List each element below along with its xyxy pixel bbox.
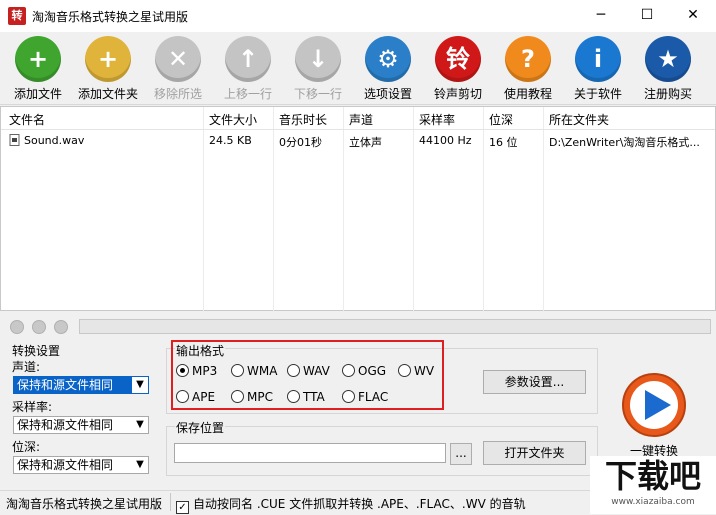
- cell-size: 24.5 KB: [209, 134, 252, 147]
- move-down-button[interactable]: ↓ 下移一行: [283, 34, 353, 102]
- help-icon: ?: [505, 36, 551, 82]
- options-button[interactable]: ⚙ 选项设置: [353, 34, 423, 102]
- browse-button[interactable]: ...: [450, 443, 472, 465]
- register-icon: ★: [645, 36, 691, 82]
- status-divider: [170, 493, 171, 511]
- channel-label: 声道:: [12, 360, 41, 374]
- watermark-text: 下载吧: [604, 457, 701, 495]
- arrow-down-icon: ↓: [295, 36, 341, 82]
- auto-cue-checkbox[interactable]: ✓ 自动按同名 .CUE 文件抓取并转换 .APE、.FLAC、.WV 的音轨: [176, 495, 526, 514]
- cell-bitdepth: 16 位: [489, 136, 518, 149]
- window-title: 淘淘音乐格式转换之星试用版: [32, 10, 189, 24]
- channel-select[interactable]: 保持和源文件相同 ▼: [13, 376, 149, 394]
- checkmark-icon: ✓: [176, 501, 189, 514]
- bitdepth-select[interactable]: 保持和源文件相同 ▼: [13, 456, 149, 474]
- column-header-size[interactable]: 文件大小: [209, 111, 257, 128]
- close-button[interactable]: ✕: [670, 0, 716, 32]
- column-divider: [483, 107, 484, 312]
- watermark-url: www.xiazaiba.com: [611, 497, 695, 507]
- file-type-icon: [9, 134, 21, 149]
- add-folder-icon: +: [85, 36, 131, 82]
- open-folder-button[interactable]: 打开文件夹: [483, 441, 586, 465]
- column-divider: [203, 107, 204, 312]
- maximize-button[interactable]: ☐: [624, 0, 670, 32]
- convert-settings-title: 转换设置: [12, 344, 61, 358]
- pause-icon[interactable]: [32, 320, 46, 334]
- column-header-duration[interactable]: 音乐时长: [279, 111, 327, 128]
- column-header-folder[interactable]: 所在文件夹: [549, 111, 609, 128]
- column-header-bitdepth[interactable]: 位深: [489, 111, 513, 128]
- about-button[interactable]: i 关于软件: [563, 34, 633, 102]
- arrow-up-icon: ↑: [225, 36, 271, 82]
- toolbar-label: 注册购买: [643, 87, 692, 101]
- remove-icon: ✕: [155, 36, 201, 82]
- watermark: 下载吧 www.xiazaiba.com: [590, 456, 716, 514]
- chevron-down-icon: ▼: [132, 457, 148, 473]
- move-up-button[interactable]: ↑ 上移一行: [213, 34, 283, 102]
- samplerate-label: 采样率:: [12, 400, 53, 414]
- title-bar: 转 淘淘音乐格式转换之星试用版 ─ ☐ ✕: [0, 0, 716, 32]
- params-settings-button[interactable]: 参数设置...: [483, 370, 586, 394]
- file-list[interactable]: 文件名 文件大小 音乐时长 声道 采样率 位深 所在文件夹 Sound.wav …: [0, 106, 716, 312]
- register-button[interactable]: ★ 注册购买: [633, 34, 703, 102]
- highlight-box: [171, 340, 444, 410]
- progress-row: [0, 314, 716, 338]
- column-divider: [543, 107, 544, 312]
- header-divider: [1, 129, 715, 130]
- save-path-input[interactable]: [174, 443, 446, 463]
- chevron-down-icon: ▼: [132, 417, 148, 433]
- convert-icon: [622, 373, 686, 437]
- chevron-down-icon: ▼: [132, 377, 148, 393]
- tutorial-button[interactable]: ? 使用教程: [493, 34, 563, 102]
- stop-icon[interactable]: [54, 320, 68, 334]
- add-file-icon: +: [15, 36, 61, 82]
- column-divider: [413, 107, 414, 312]
- add-file-button[interactable]: + 添加文件: [3, 34, 73, 102]
- play-icon[interactable]: [10, 320, 24, 334]
- samplerate-select[interactable]: 保持和源文件相同 ▼: [13, 416, 149, 434]
- info-icon: i: [575, 36, 621, 82]
- add-folder-button[interactable]: + 添加文件夹: [73, 34, 143, 102]
- column-divider: [273, 107, 274, 312]
- channel-value: 保持和源文件相同: [17, 378, 114, 392]
- auto-cue-label: 自动按同名 .CUE 文件抓取并转换 .APE、.FLAC、.WV 的音轨: [193, 497, 526, 511]
- ringtone-icon: 铃: [435, 36, 481, 82]
- samplerate-value: 保持和源文件相同: [17, 418, 114, 432]
- save-location-title: 保存位置: [175, 419, 226, 436]
- app-icon: 转: [8, 7, 26, 25]
- progress-bar: [79, 319, 711, 334]
- ringtone-cut-button[interactable]: 铃 铃声剪切: [423, 34, 493, 102]
- minimize-button[interactable]: ─: [578, 0, 624, 32]
- bitdepth-value: 保持和源文件相同: [17, 458, 114, 472]
- cell-folder: D:\ZenWriter\淘淘音乐格式...: [549, 136, 700, 149]
- column-header-filename[interactable]: 文件名: [9, 111, 45, 128]
- column-divider: [343, 107, 344, 312]
- cell-filename: Sound.wav: [24, 134, 85, 147]
- remove-selected-button[interactable]: ✕ 移除所选: [143, 34, 213, 102]
- status-app-name: 淘淘音乐格式转换之星试用版: [6, 497, 163, 511]
- bitdepth-label: 位深:: [12, 440, 41, 454]
- settings-icon: ⚙: [365, 36, 411, 82]
- cell-channel: 立体声: [349, 136, 382, 149]
- cell-samplerate: 44100 Hz: [419, 134, 472, 147]
- toolbar: + 添加文件 + 添加文件夹 ✕ 移除所选 ↑ 上移一行 ↓ 下移一行 ⚙ 选项…: [0, 32, 716, 105]
- column-header-samplerate[interactable]: 采样率: [419, 111, 455, 128]
- one-click-convert-button[interactable]: 一键转换: [614, 372, 694, 462]
- cell-duration: 0分01秒: [279, 136, 322, 149]
- column-header-channel[interactable]: 声道: [349, 111, 373, 128]
